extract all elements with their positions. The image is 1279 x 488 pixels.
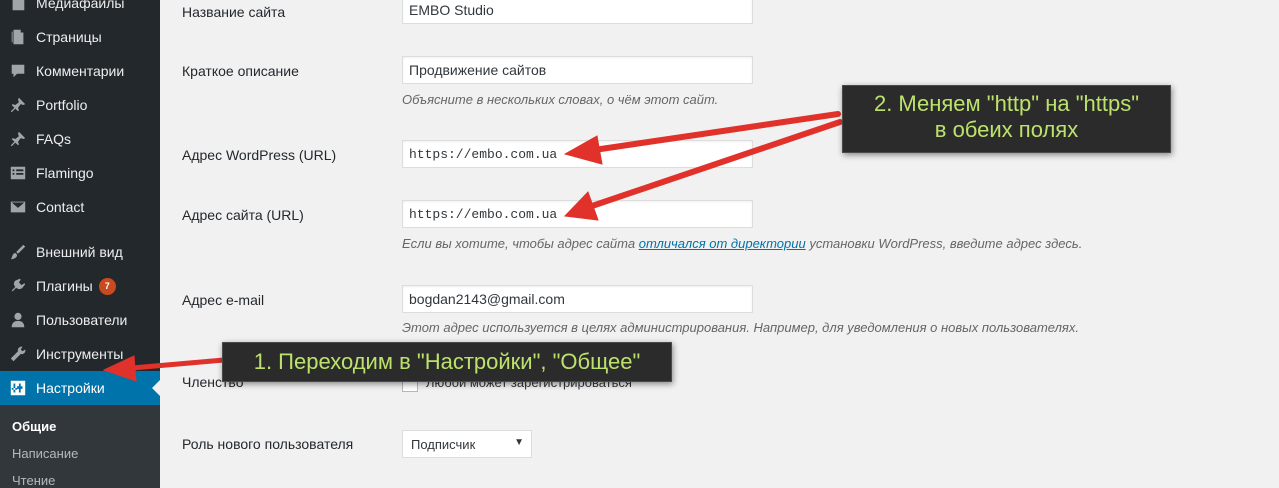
update-count-badge: 7 (98, 277, 116, 295)
mail-icon (0, 198, 36, 216)
sidebar-item-label: Медиафайлы (36, 0, 125, 11)
pages-icon (0, 28, 36, 46)
tagline-description: Объясните в нескольких словах, о чём это… (402, 92, 719, 107)
sidebar-item-contact[interactable]: Contact (0, 190, 160, 224)
sidebar-item-portfolio[interactable]: Portfolio (0, 88, 160, 122)
sidebar-item-comments[interactable]: Комментарии (0, 54, 160, 88)
pin-icon (0, 130, 36, 148)
pin-icon (0, 96, 36, 114)
wrench-icon (0, 345, 36, 363)
media-icon (0, 0, 36, 12)
chevron-down-icon: ▼ (514, 437, 524, 448)
admin-sidebar: Медиафайлы Страницы Комментарии Portfoli… (0, 0, 160, 488)
callout-step-2-line-2: в обеих полях (934, 117, 1079, 143)
sidebar-item-flamingo[interactable]: Flamingo (0, 156, 160, 190)
wordpress-url-input[interactable] (402, 140, 753, 168)
sidebar-item-appearance[interactable]: Внешний вид (0, 235, 160, 269)
callout-step-1-text: 1. Переходим в "Настройки", "Общее" (253, 349, 641, 374)
sidebar-item-tools[interactable]: Инструменты (0, 337, 160, 371)
callout-step-2: 2. Меняем "http" на "https" в обеих поля… (842, 85, 1171, 153)
email-label: Адрес e-mail (182, 292, 265, 308)
sidebar-item-label: Пользователи (36, 312, 128, 328)
wordpress-url-label: Адрес WordPress (URL) (182, 147, 337, 163)
submenu-item-writing[interactable]: Написание (12, 446, 78, 461)
sidebar-item-label: Комментарии (36, 63, 125, 79)
site-url-label: Адрес сайта (URL) (182, 207, 304, 223)
sidebar-item-label: Portfolio (36, 97, 88, 113)
sidebar-item-label: Плагины (36, 278, 93, 294)
site-url-description-text: установки WordPress, введите адрес здесь… (809, 236, 1083, 251)
brush-icon (0, 243, 36, 261)
email-description: Этот адрес используется в целях админист… (402, 320, 1079, 335)
sidebar-item-pages[interactable]: Страницы (0, 20, 160, 54)
default-role-label: Роль нового пользователя (182, 436, 354, 452)
sidebar-item-label: Инструменты (36, 346, 124, 362)
different-directory-link[interactable]: отличался от директории (639, 236, 806, 251)
sidebar-item-label: Flamingo (36, 165, 94, 181)
email-input[interactable] (402, 285, 753, 313)
users-icon (0, 311, 36, 329)
sidebar-item-media[interactable]: Медиафайлы (0, 0, 160, 20)
sidebar-item-users[interactable]: Пользователи (0, 303, 160, 337)
sidebar-item-label: Contact (36, 199, 85, 215)
sidebar-item-label: Внешний вид (36, 244, 123, 260)
sidebar-item-plugins[interactable]: Плагины 7 (0, 269, 160, 303)
settings-submenu: Общие Написание Чтение (0, 405, 160, 488)
callout-step-2-line-1: 2. Меняем "http" на "https" (873, 91, 1140, 116)
active-indicator (152, 380, 160, 396)
sidebar-item-label: Настройки (36, 380, 105, 396)
site-title-input[interactable] (402, 0, 753, 24)
callout-step-1: 1. Переходим в "Настройки", "Общее" (222, 342, 672, 382)
plugin-icon (0, 277, 36, 295)
site-url-description-text: Если вы хотите, чтобы адрес сайта (402, 236, 636, 251)
submenu-item-reading[interactable]: Чтение (12, 473, 55, 488)
comments-icon (0, 62, 36, 80)
default-role-select[interactable]: Подписчик ▼ (402, 430, 532, 458)
tagline-label: Краткое описание (182, 63, 299, 79)
sidebar-item-faqs[interactable]: FAQs (0, 122, 160, 156)
sidebar-item-label: FAQs (36, 131, 72, 147)
tagline-input[interactable] (402, 56, 753, 84)
list-icon (0, 164, 36, 182)
sidebar-item-label: Страницы (36, 29, 102, 45)
sidebar-item-settings[interactable]: Настройки (0, 371, 160, 405)
settings-icon (0, 379, 36, 397)
site-title-label: Название сайта (182, 4, 286, 20)
default-role-selected: Подписчик (411, 436, 476, 452)
site-url-description: Если вы хотите, чтобы адрес сайта отлича… (402, 236, 1082, 251)
site-url-input[interactable] (402, 200, 753, 228)
submenu-item-general[interactable]: Общие (12, 419, 56, 434)
